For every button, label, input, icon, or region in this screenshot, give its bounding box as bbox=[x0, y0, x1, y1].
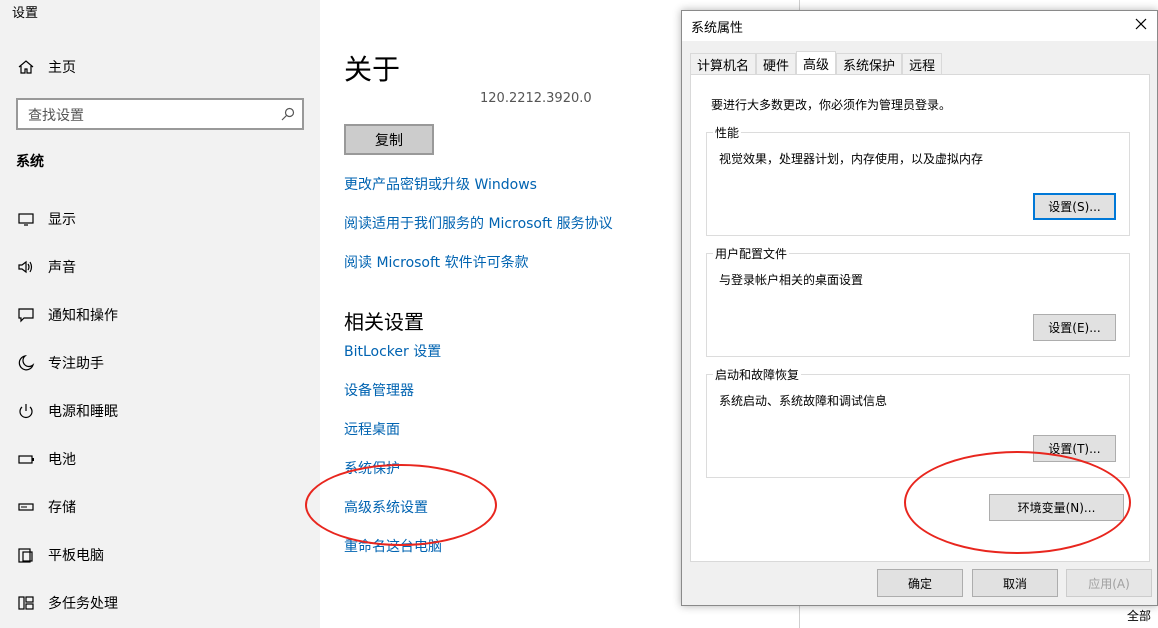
sidebar-item-storage[interactable]: 存储 bbox=[16, 496, 76, 518]
app-title: 设置 bbox=[12, 6, 39, 21]
license-terms-link[interactable]: 阅读 Microsoft 软件许可条款 bbox=[344, 252, 529, 272]
search-placeholder: 查找设置 bbox=[28, 108, 84, 124]
storage-icon bbox=[16, 498, 36, 516]
performance-settings-button[interactable]: 设置(S)... bbox=[1033, 193, 1116, 220]
settings-window: 设置 主页 查找设置 系统 显示 声音 通知和操作 专注助手 电源和睡眠 电池 … bbox=[0, 0, 800, 628]
sidebar-item-label: 专注助手 bbox=[48, 356, 104, 372]
group-title: 性能 bbox=[713, 124, 742, 141]
moon-icon bbox=[16, 354, 36, 372]
tab-system-protection[interactable]: 系统保护 bbox=[836, 53, 903, 74]
device-manager-link[interactable]: 设备管理器 bbox=[344, 380, 414, 400]
sidebar: 设置 主页 查找设置 系统 显示 声音 通知和操作 专注助手 电源和睡眠 电池 … bbox=[0, 0, 320, 628]
apply-button[interactable]: 应用(A) bbox=[1066, 569, 1152, 597]
group-description: 与登录帐户相关的桌面设置 bbox=[719, 273, 864, 287]
tab-computer-name[interactable]: 计算机名 bbox=[690, 53, 757, 74]
tablet-icon bbox=[16, 546, 36, 564]
sidebar-item-label: 电源和睡眠 bbox=[48, 404, 118, 420]
sidebar-item-label: 多任务处理 bbox=[48, 596, 118, 612]
group-description: 系统启动、系统故障和调试信息 bbox=[719, 394, 888, 408]
sidebar-item-focus-assist[interactable]: 专注助手 bbox=[16, 352, 104, 374]
home-icon bbox=[16, 58, 36, 76]
search-icon bbox=[281, 107, 295, 121]
sidebar-item-home[interactable]: 主页 bbox=[16, 56, 76, 78]
copy-button[interactable]: 复制 bbox=[344, 124, 434, 155]
power-icon bbox=[16, 402, 36, 420]
sidebar-item-label: 电池 bbox=[48, 452, 76, 468]
sidebar-item-notifications[interactable]: 通知和操作 bbox=[16, 304, 118, 326]
group-title: 启动和故障恢复 bbox=[713, 366, 802, 383]
dialog-tabs: 计算机名 硬件 高级 系统保护 远程 bbox=[690, 51, 943, 74]
rename-pc-link[interactable]: 重命名这台电脑 bbox=[344, 536, 442, 556]
background-partial-text: 全部 bbox=[1127, 609, 1152, 623]
sidebar-item-battery[interactable]: 电池 bbox=[16, 448, 76, 470]
change-product-key-link[interactable]: 更改产品密钥或升级 Windows bbox=[344, 174, 537, 194]
system-properties-dialog: 系统属性 计算机名 硬件 高级 系统保护 远程 要进行大多数更改，你必须作为管理… bbox=[681, 10, 1158, 606]
notification-icon bbox=[16, 306, 36, 324]
dialog-titlebar[interactable]: 系统属性 bbox=[682, 11, 1157, 41]
search-input[interactable]: 查找设置 bbox=[16, 98, 304, 130]
related-settings-title: 相关设置 bbox=[344, 310, 424, 334]
group-title: 用户配置文件 bbox=[713, 245, 790, 262]
sidebar-item-label: 通知和操作 bbox=[48, 308, 118, 324]
ok-button[interactable]: 确定 bbox=[877, 569, 963, 597]
advanced-tab-panel: 要进行大多数更改，你必须作为管理员登录。 性能 视觉效果，处理器计划，内存使用，… bbox=[690, 74, 1150, 562]
environment-variables-button[interactable]: 环境变量(N)... bbox=[989, 494, 1124, 521]
sidebar-item-multitasking[interactable]: 多任务处理 bbox=[16, 592, 118, 614]
system-protection-link[interactable]: 系统保护 bbox=[344, 458, 400, 478]
remote-desktop-link[interactable]: 远程桌面 bbox=[344, 419, 400, 439]
service-agreement-link[interactable]: 阅读适用于我们服务的 Microsoft 服务协议 bbox=[344, 213, 613, 233]
user-profiles-group: 用户配置文件 与登录帐户相关的桌面设置 设置(E)... bbox=[706, 245, 1130, 357]
sidebar-item-label: 平板电脑 bbox=[48, 548, 104, 564]
sidebar-item-display[interactable]: 显示 bbox=[16, 208, 76, 230]
advanced-system-settings-link[interactable]: 高级系统设置 bbox=[344, 497, 428, 517]
startup-recovery-group: 启动和故障恢复 系统启动、系统故障和调试信息 设置(T)... bbox=[706, 366, 1130, 478]
close-icon[interactable] bbox=[1133, 16, 1149, 32]
sidebar-item-tablet[interactable]: 平板电脑 bbox=[16, 544, 104, 566]
sidebar-item-sound[interactable]: 声音 bbox=[16, 256, 76, 278]
startup-recovery-settings-button[interactable]: 设置(T)... bbox=[1033, 435, 1116, 462]
user-profiles-settings-button[interactable]: 设置(E)... bbox=[1033, 314, 1116, 341]
sound-icon bbox=[16, 258, 36, 276]
dialog-title: 系统属性 bbox=[691, 21, 744, 36]
bitlocker-link[interactable]: BitLocker 设置 bbox=[344, 341, 441, 361]
sidebar-item-label: 存储 bbox=[48, 500, 76, 516]
battery-icon bbox=[16, 450, 36, 468]
group-description: 视觉效果，处理器计划，内存使用，以及虚拟内存 bbox=[719, 152, 984, 166]
sidebar-item-label: 声音 bbox=[48, 260, 76, 276]
tab-remote[interactable]: 远程 bbox=[902, 53, 943, 74]
version-text: 120.2212.3920.0 bbox=[480, 91, 592, 106]
tab-hardware[interactable]: 硬件 bbox=[756, 53, 797, 74]
cancel-button[interactable]: 取消 bbox=[972, 569, 1058, 597]
page-title: 关于 bbox=[344, 53, 401, 86]
multitask-icon bbox=[16, 594, 36, 612]
admin-notice: 要进行大多数更改，你必须作为管理员登录。 bbox=[711, 98, 952, 112]
sidebar-item-label: 显示 bbox=[48, 212, 76, 228]
screen: 设置 主页 查找设置 系统 显示 声音 通知和操作 专注助手 电源和睡眠 电池 … bbox=[0, 0, 1158, 628]
tab-advanced[interactable]: 高级 bbox=[796, 51, 837, 74]
section-label: 系统 bbox=[16, 154, 44, 170]
sidebar-item-power[interactable]: 电源和睡眠 bbox=[16, 400, 118, 422]
display-icon bbox=[16, 210, 36, 228]
sidebar-item-label: 主页 bbox=[48, 60, 76, 76]
performance-group: 性能 视觉效果，处理器计划，内存使用，以及虚拟内存 设置(S)... bbox=[706, 124, 1130, 236]
